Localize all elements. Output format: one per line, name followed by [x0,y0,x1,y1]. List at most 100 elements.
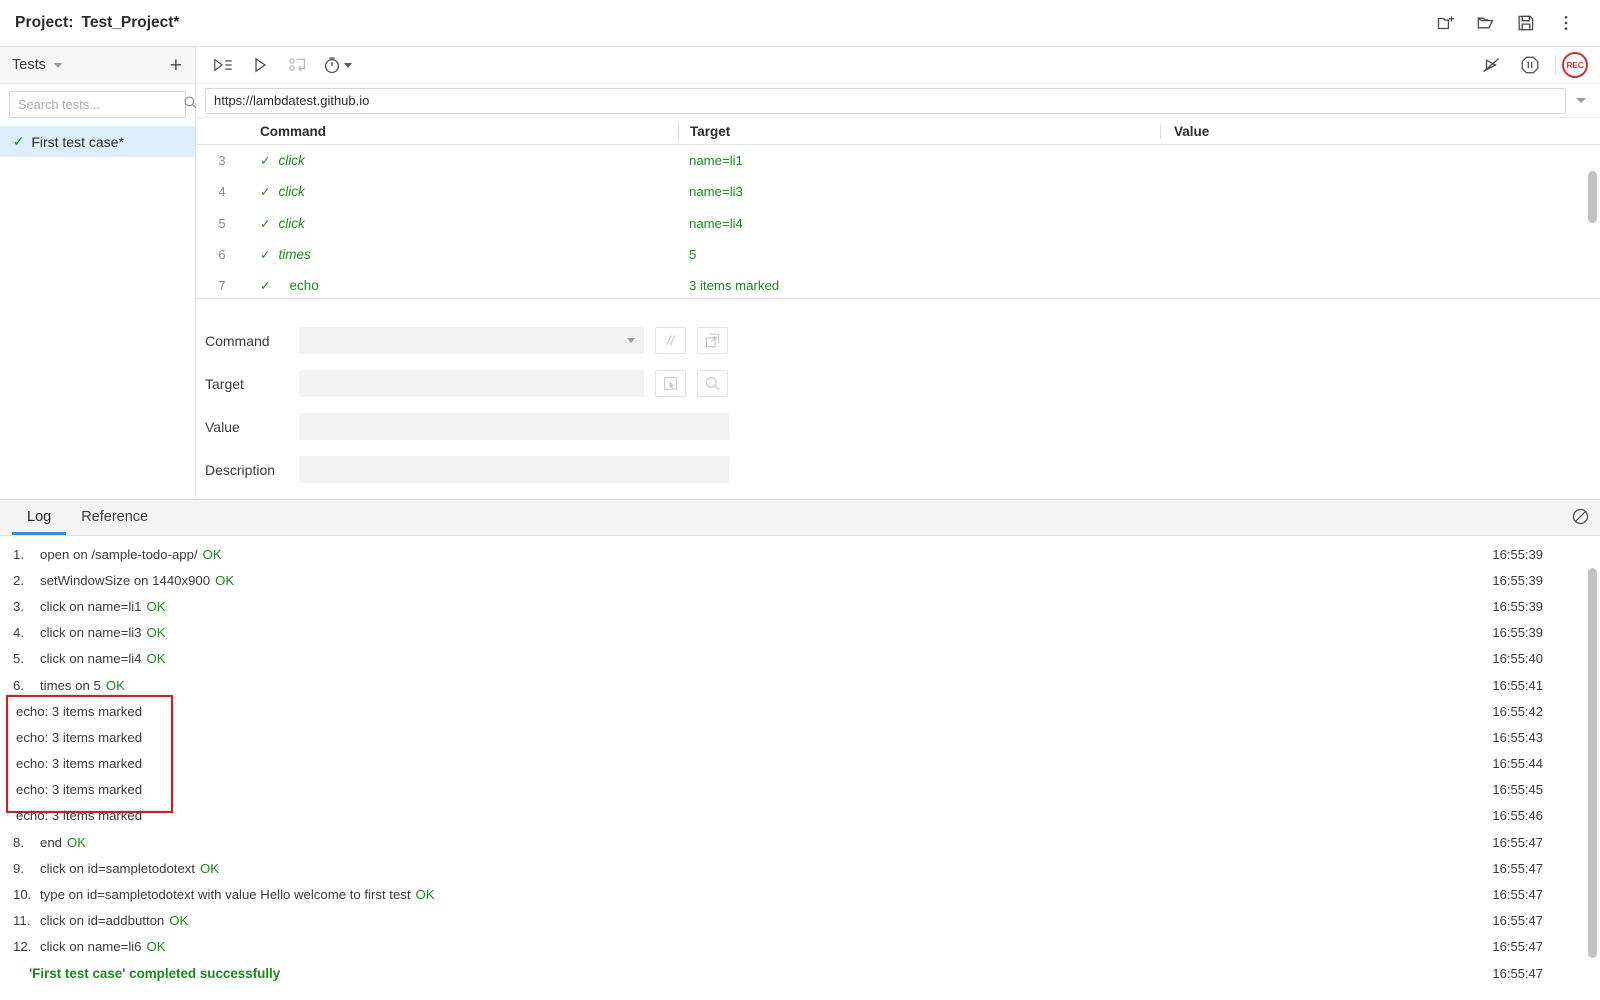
sidebar-header: Tests + [0,47,195,84]
command-table-header: Command Target Value [196,118,1600,145]
list-item: 4. click on name=li3 OK 16:55:39 [0,620,1600,646]
list-item: echo: 3 items marked 16:55:45 [0,777,1600,803]
log-index: 9. [13,860,24,876]
log-message: end [40,834,63,850]
row-target-cell[interactable]: 3 items marked [678,278,1160,293]
log-timestamp: 16:55:39 [1492,625,1543,641]
row-command-cell[interactable]: ✓ echo [248,278,678,293]
value-input-wrap[interactable] [299,413,729,440]
log-message: click on id=addbutton [40,913,165,929]
select-target-icon[interactable] [655,370,686,397]
command-table-scroll-thumb[interactable] [1588,171,1597,223]
chevron-down-icon[interactable] [53,62,62,68]
log-status: OK [146,598,166,614]
log-body: 1. open on /sample-todo-app/ OK 16:55:39… [0,536,1600,1000]
description-input[interactable] [299,456,729,483]
add-test-button[interactable]: + [167,55,185,76]
log-message: echo: 3 items marked [16,782,143,798]
url-chevron-down-icon[interactable] [1576,98,1586,103]
open-project-icon[interactable] [1466,3,1506,43]
tests-sidebar: Tests + ✓ First test [0,47,197,499]
run-current-test-icon[interactable] [242,48,280,82]
tab-log[interactable]: Log [12,509,67,535]
new-project-icon[interactable] [1426,3,1466,43]
log-index: 1. [13,546,24,562]
list-item: 11. click on id=addbutton OK 16:55:47 [0,908,1600,934]
log-scroll-thumb[interactable] [1588,568,1597,958]
log-status: OK [202,546,222,562]
row-command-cell[interactable]: ✓ click [248,184,678,199]
row-target-cell[interactable]: name=li4 [678,216,1160,231]
description-input-wrap[interactable] [299,456,729,483]
command-table-scrollbar[interactable] [1588,146,1597,294]
column-header-target: Target [678,123,1160,139]
table-row[interactable]: 6 ✓ times 5 [196,239,1600,270]
log-status: OK [105,677,125,693]
log-message: echo: 3 items marked [16,756,143,772]
list-item: 8. end OK 16:55:47 [0,829,1600,855]
log-entries: 1. open on /sample-todo-app/ OK 16:55:39… [0,536,1600,986]
log-timestamp: 16:55:43 [1492,729,1543,745]
record-button[interactable]: REC [1562,52,1588,78]
log-message: times on 5 [40,677,101,693]
row-command-cell[interactable]: ✓ click [248,216,678,231]
target-input-wrap[interactable] [299,370,644,397]
description-field-label: Description [205,461,276,478]
value-input[interactable] [299,413,729,440]
list-item: 10. type on id=sampletodotext with value… [0,881,1600,907]
log-timestamp: 16:55:39 [1492,598,1543,614]
target-input[interactable] [299,370,644,397]
list-item: echo: 3 items marked 16:55:44 [0,751,1600,777]
log-timestamp: 16:55:46 [1492,808,1543,824]
speed-control-icon[interactable] [318,48,356,82]
row-command-cell[interactable]: ✓ click [248,153,678,168]
command-input[interactable] [299,327,644,354]
project-name: Test_Project* [81,14,180,31]
row-target-cell[interactable]: 5 [678,247,1160,262]
log-index: 11. [13,913,31,929]
pause-on-exceptions-icon[interactable] [1473,48,1511,82]
list-item: 1. open on /sample-todo-app/ OK 16:55:39 [0,541,1600,567]
pause-icon[interactable] [1511,48,1549,82]
external-link-icon[interactable] [697,327,728,354]
table-row[interactable]: 4 ✓ click name=li3 [196,176,1600,207]
row-command-cell[interactable]: ✓ times [248,247,678,262]
test-passed-check-icon: ✓ [13,133,25,149]
execution-toolbar: REC [196,47,1600,84]
find-target-icon[interactable] [697,370,728,397]
target-field-label: Target [205,375,244,392]
list-item: 3. click on name=li1 OK 16:55:39 [0,593,1600,619]
title-bar: Project: Test_Project* [0,0,1600,47]
row-status-check-icon: ✓ [260,185,271,200]
save-project-icon[interactable] [1506,3,1546,43]
table-row[interactable]: 3 ✓ click name=li1 [196,145,1600,176]
column-header-command: Command [260,123,327,139]
clear-log-icon[interactable] [1560,499,1600,535]
log-message: echo: 3 items marked [16,729,143,745]
playback-url-input[interactable] [205,87,1566,114]
row-target-cell[interactable]: name=li1 [678,153,1160,168]
log-timestamp: 16:55:47 [1492,887,1543,903]
sidebar-item-first-test-case[interactable]: ✓ First test case* [0,126,195,157]
row-target-cell[interactable]: name=li3 [678,184,1160,199]
tab-reference[interactable]: Reference [66,509,163,535]
search-tests-box[interactable] [9,91,197,118]
more-vertical-icon[interactable] [1546,3,1586,43]
row-status-check-icon: ✓ [260,279,271,294]
form-row-command: Command // [196,319,1600,362]
log-scrollbar[interactable] [1588,544,1597,996]
run-all-tests-icon[interactable] [204,48,242,82]
log-timestamp: 16:55:42 [1492,703,1543,719]
form-row-description: Description [196,448,1600,491]
search-input[interactable] [18,97,183,112]
log-message: click on name=li1 [40,598,142,614]
comment-toggle-button[interactable]: // [655,327,686,354]
log-timestamp: 16:55:45 [1492,782,1543,798]
table-row[interactable]: 7 ✓ echo 3 items marked [196,270,1600,301]
log-index: 8. [13,834,24,850]
form-row-target: Target [196,362,1600,405]
log-message: click on name=li3 [40,625,142,641]
command-select-wrap[interactable] [299,327,644,354]
table-row[interactable]: 5 ✓ click name=li4 [196,208,1600,239]
step-over-icon[interactable] [280,48,318,82]
